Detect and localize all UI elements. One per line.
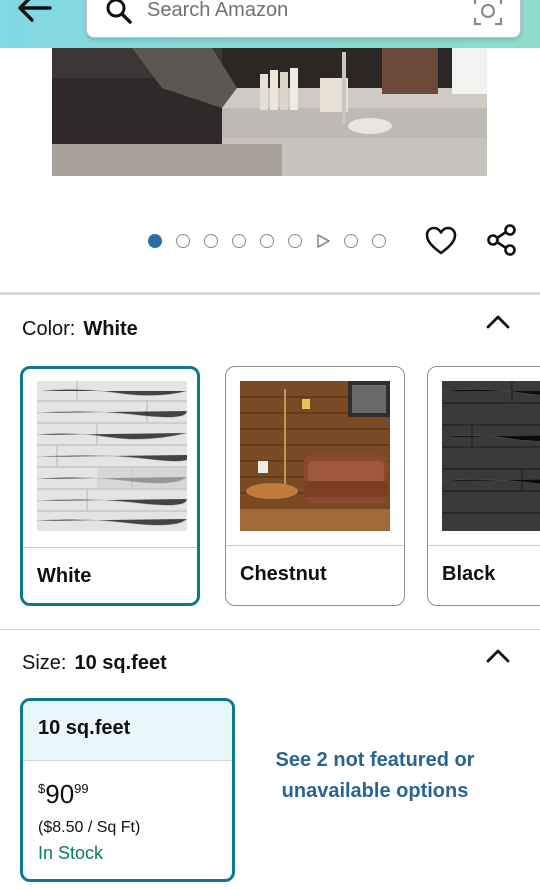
color-option-white[interactable]: White [20, 366, 200, 606]
color-option-black[interactable]: Black [427, 366, 540, 606]
unit-price: ($8.50 / Sq Ft) [38, 819, 141, 836]
size-option-10-sq-feet[interactable]: 10 sq.feet $9099 ($8.50 / Sq Ft) In Stoc… [20, 698, 235, 882]
color-label: Color: [22, 318, 76, 340]
search-bar[interactable] [86, 0, 521, 38]
carousel-dot[interactable] [344, 234, 358, 248]
stock-status: In Stock [38, 843, 104, 863]
color-option-label: Chestnut [240, 563, 327, 585]
white-swatch-image [37, 381, 187, 531]
size-option-name: 10 sq.feet [23, 701, 232, 761]
tile-divider [226, 545, 404, 546]
camera-search-icon[interactable] [472, 0, 504, 27]
price: $9099 [38, 779, 89, 810]
size-label: Size: [22, 652, 67, 674]
image-carousel-indicators [148, 232, 386, 250]
price-fraction: 99 [74, 781, 89, 796]
tile-divider [23, 547, 197, 548]
carousel-dot[interactable] [260, 234, 274, 248]
selected-color: White [83, 318, 138, 340]
section-divider [0, 629, 540, 630]
video-play-indicator-icon[interactable] [316, 234, 330, 248]
collapse-size-chevron-icon[interactable] [484, 646, 512, 666]
color-selector-label: Color: White [22, 318, 138, 341]
carousel-dot[interactable] [176, 234, 190, 248]
black-swatch-image [442, 381, 540, 531]
carousel-dot[interactable] [288, 234, 302, 248]
heart-icon[interactable] [424, 224, 458, 258]
tile-divider [428, 545, 540, 546]
share-icon[interactable] [484, 222, 520, 258]
back-arrow-icon[interactable] [14, 0, 54, 26]
color-option-label: White [37, 565, 92, 587]
chestnut-swatch-image [240, 381, 390, 531]
color-option-chestnut[interactable]: Chestnut [225, 366, 405, 606]
see-more-options-link[interactable]: See 2 not featured or unavailable option… [270, 745, 480, 807]
collapse-color-chevron-icon[interactable] [484, 312, 512, 332]
price-whole: 90 [45, 779, 75, 809]
carousel-dot[interactable] [204, 234, 218, 248]
size-selector-label: Size: 10 sq.feet [22, 652, 167, 675]
product-image[interactable] [52, 48, 487, 176]
top-header [0, 0, 540, 48]
search-icon [106, 0, 132, 24]
product-photo [52, 48, 487, 176]
carousel-dot[interactable] [232, 234, 246, 248]
price-currency: $ [38, 781, 46, 796]
selected-size: 10 sq.feet [74, 652, 167, 674]
carousel-dot[interactable] [372, 234, 386, 248]
search-input[interactable] [147, 0, 447, 23]
color-option-label: Black [442, 563, 496, 585]
carousel-dot[interactable] [148, 234, 162, 248]
section-divider [0, 292, 540, 295]
